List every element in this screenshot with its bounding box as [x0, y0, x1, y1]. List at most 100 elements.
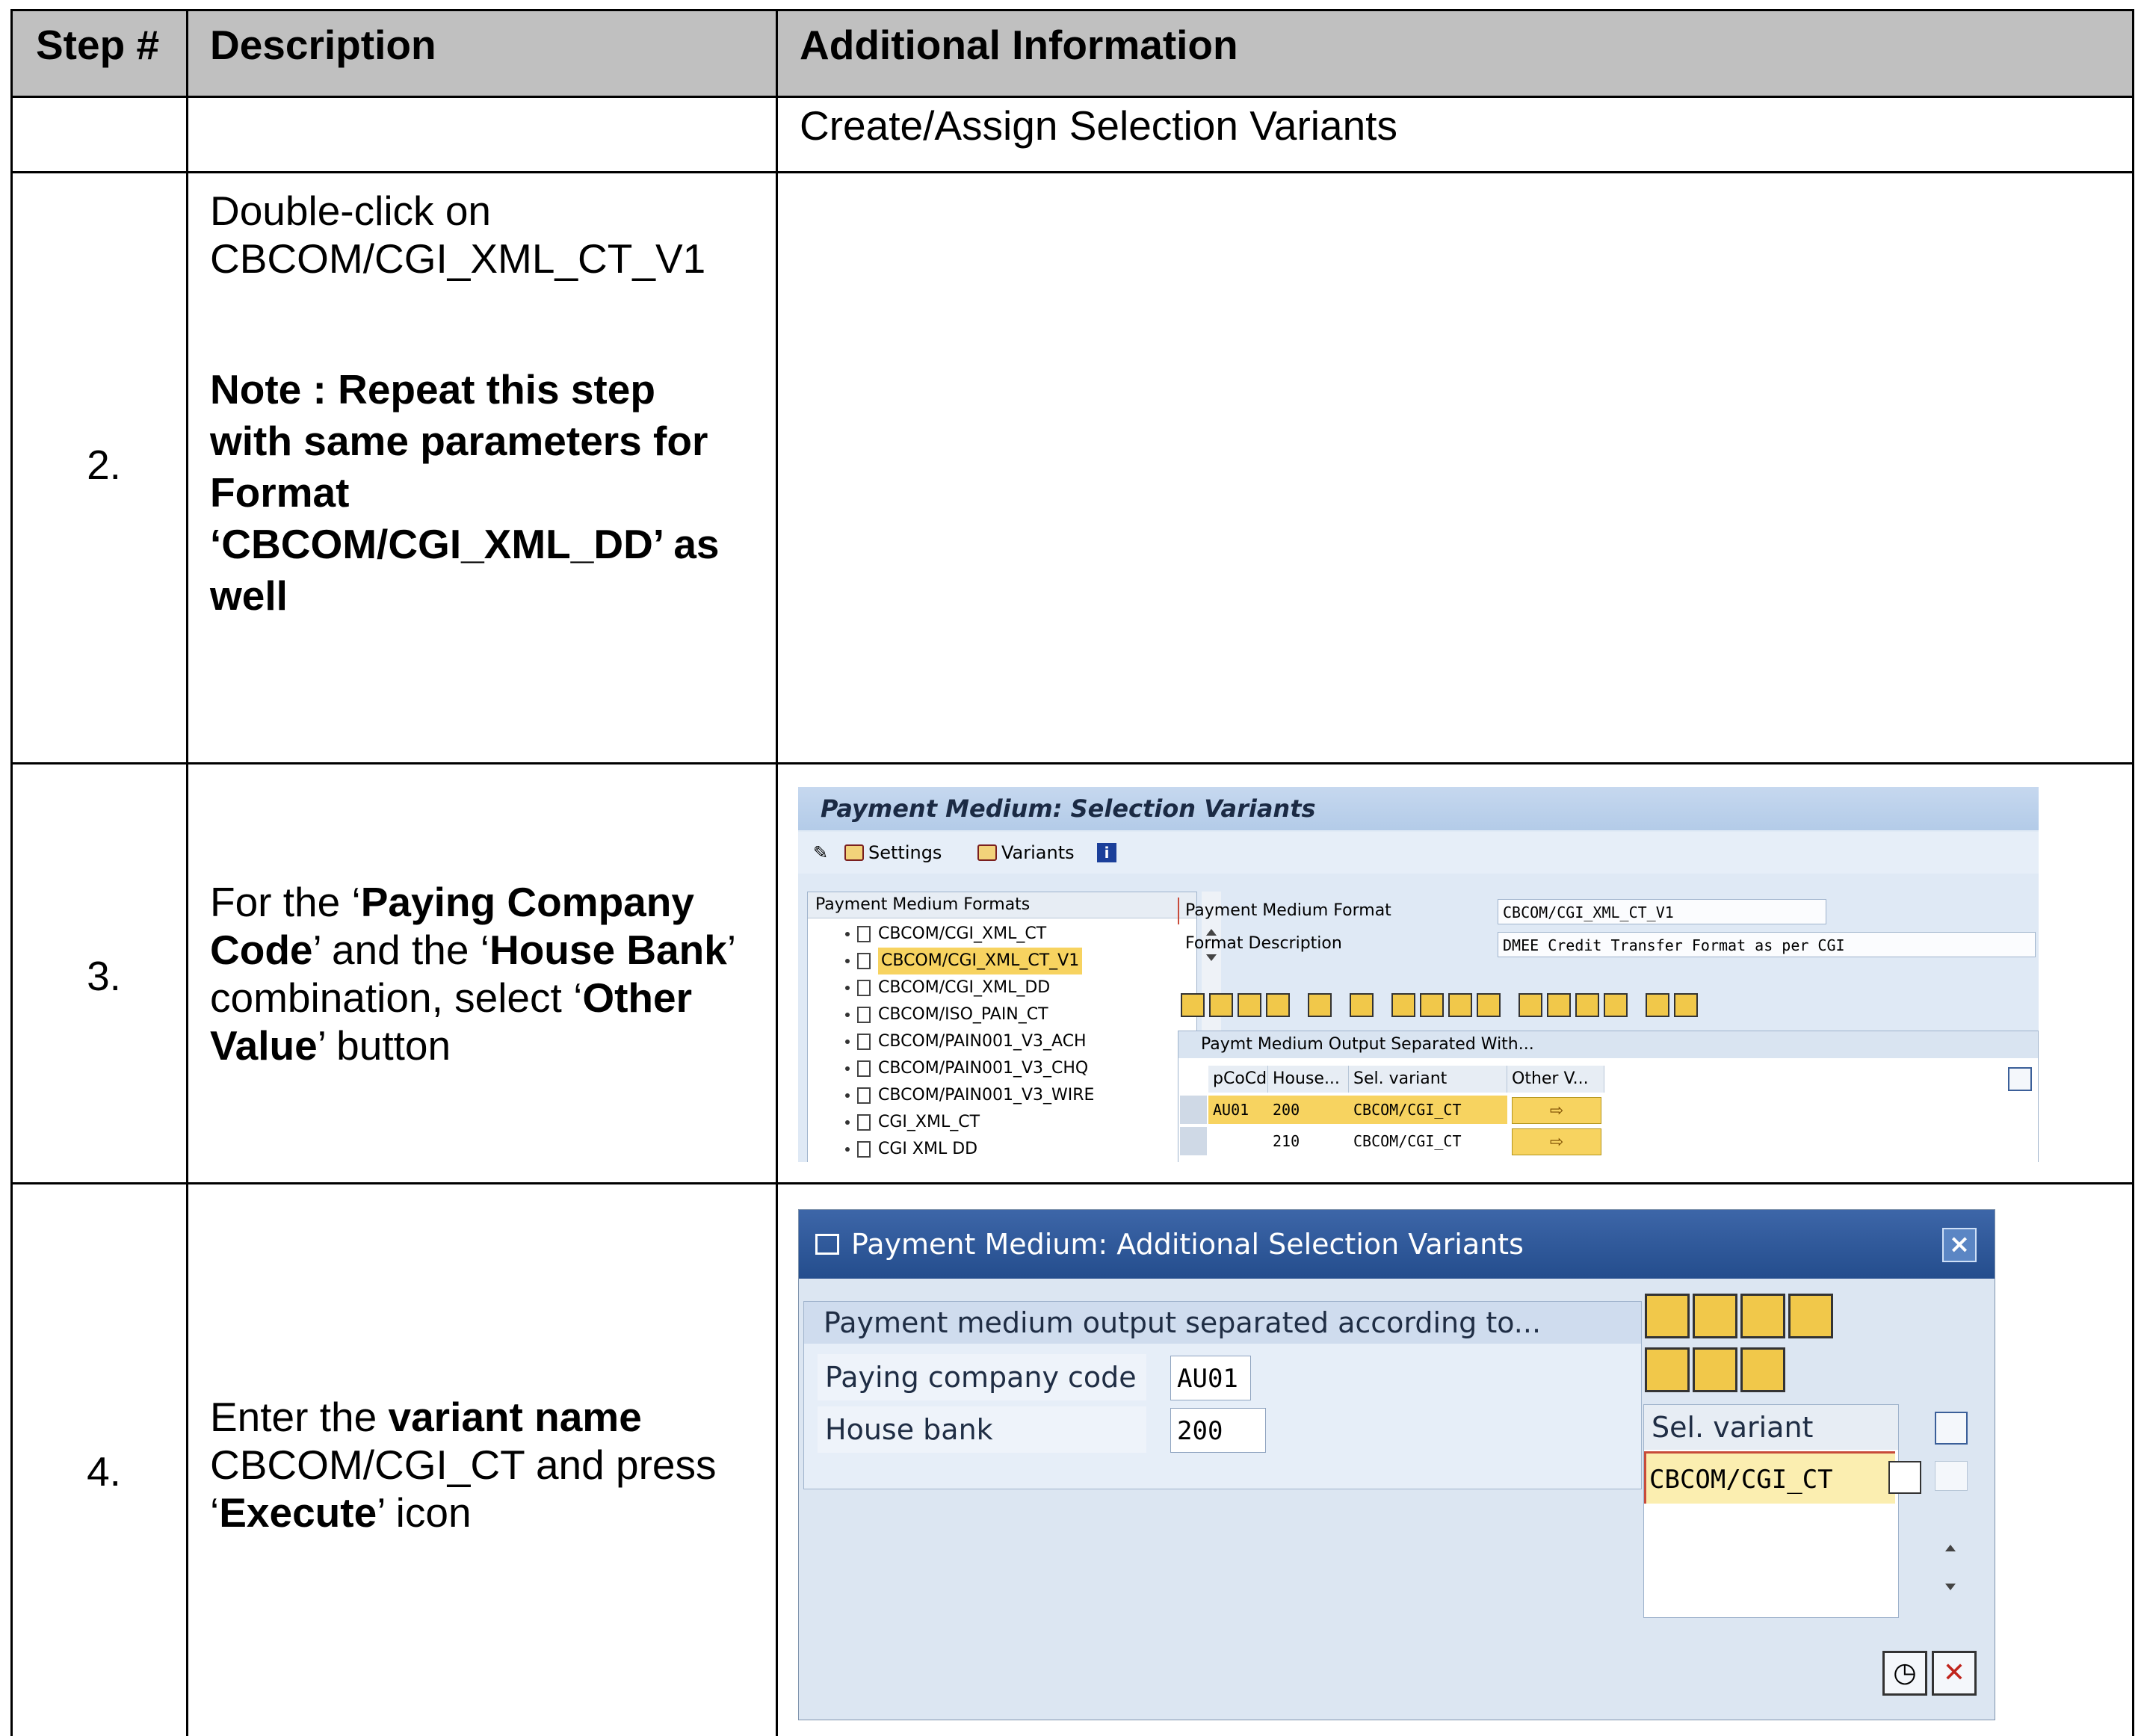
cell-variant[interactable]: CBCOM/CGI_CT — [1349, 1096, 1507, 1124]
append-row-icon[interactable] — [1693, 1347, 1737, 1392]
row2-desc-line2: CBCOM/CGI_XML_CT_V1 — [210, 235, 706, 282]
copy-icon[interactable] — [1693, 1294, 1737, 1338]
tree-item[interactable]: CBCOM/PAIN001_V3_ACH — [845, 1028, 1087, 1055]
tree-item[interactable]: CBCOM/ISO_PAIN_CT — [845, 1001, 1048, 1028]
execute-icon[interactable]: ◷ — [1882, 1651, 1927, 1696]
column-settings-icon[interactable] — [1935, 1412, 1968, 1445]
column-header[interactable]: House... — [1268, 1066, 1349, 1093]
settings-label: Settings — [868, 842, 942, 863]
tree-item[interactable]: CBCOM/CGI_XML_CT — [845, 921, 1046, 948]
note-line: well — [210, 572, 288, 619]
close-icon[interactable]: × — [1942, 1228, 1977, 1262]
variants-button[interactable]: Variants — [977, 832, 1075, 874]
variant-grid: Sel. variant CBCOM/CGI_CT — [1643, 1404, 1899, 1618]
sort-icon[interactable] — [1547, 993, 1571, 1017]
copy-row-icon[interactable] — [1308, 993, 1332, 1017]
variant-input[interactable]: CBCOM/CGI_CT — [1644, 1451, 1895, 1504]
row2-desc-line1: Double-click on — [210, 188, 492, 234]
text: ’ — [726, 927, 737, 973]
description-field[interactable]: DMEE Credit Transfer Format as per CGI — [1498, 932, 2036, 957]
column-header[interactable]: Sel. variant — [1349, 1066, 1507, 1093]
select-icon[interactable] — [1181, 993, 1205, 1017]
bold-term: House Bank — [489, 927, 727, 973]
bold-term: Code — [210, 927, 313, 973]
cancel-icon[interactable]: ✕ — [1932, 1651, 1977, 1696]
settings-button[interactable]: Settings — [844, 832, 942, 874]
paying-company-field[interactable]: AU01 — [1170, 1356, 1251, 1400]
group-title: Payment medium output separated accordin… — [804, 1302, 1641, 1344]
tree-item[interactable]: CGI XML DD — [845, 1136, 977, 1162]
tree-item[interactable]: CBCOM/CGI_XML_DD — [845, 974, 1050, 1001]
delete-icon[interactable] — [1477, 993, 1501, 1017]
restore-icon[interactable] — [1888, 1461, 1921, 1494]
append-row-icon[interactable] — [1238, 993, 1261, 1017]
grid-title: Paymt Medium Output Separated With... — [1178, 1031, 2038, 1058]
text: CBCOM/CGI_CT and press — [210, 1442, 717, 1488]
column-header[interactable]: Other V... — [1507, 1066, 1604, 1093]
tree-item-selected[interactable]: CBCOM/CGI_XML_CT_V1 — [845, 948, 1083, 974]
text: Enter the — [210, 1394, 389, 1440]
note-line: Format — [210, 469, 350, 516]
tree-header: Payment Medium Formats — [808, 892, 1196, 918]
scroll-track[interactable] — [1935, 1461, 1968, 1491]
house-bank-field[interactable]: 200 — [1170, 1408, 1266, 1453]
header-step: Step # — [36, 22, 160, 68]
undo-icon[interactable] — [1350, 993, 1374, 1017]
cell-house[interactable]: 210 — [1268, 1127, 1349, 1155]
output-grid: Paymt Medium Output Separated With... pC… — [1178, 1031, 2039, 1162]
format-field[interactable]: CBCOM/CGI_XML_CT_V1 — [1498, 899, 1826, 924]
filter-icon[interactable] — [1519, 993, 1542, 1017]
transport-icon[interactable] — [1646, 993, 1669, 1017]
cut-icon[interactable] — [1391, 993, 1415, 1017]
paying-company-label: Paying company code — [818, 1354, 1146, 1400]
find-next-icon[interactable] — [1604, 993, 1628, 1017]
insert-row-icon[interactable] — [1266, 993, 1290, 1017]
dialog-title-text: Payment Medium: Additional Selection Var… — [851, 1228, 1524, 1261]
bold-term: Other — [582, 974, 692, 1021]
find-icon[interactable] — [1575, 993, 1599, 1017]
scroll-up-icon[interactable] — [1945, 1545, 1956, 1551]
row-selector[interactable] — [1180, 1127, 1207, 1155]
layout-icon[interactable] — [1674, 993, 1698, 1017]
copy-icon[interactable] — [1420, 993, 1444, 1017]
document-icon — [857, 1034, 871, 1050]
other-value-button[interactable]: ⇨ — [1512, 1128, 1601, 1155]
header-additional-info: Additional Information — [800, 22, 1238, 68]
tree-item[interactable]: CGI_XML_CT — [845, 1109, 980, 1136]
format-tree: Payment Medium Formats CBCOM/CGI_XML_CT … — [807, 892, 1197, 1162]
paste-icon[interactable] — [1740, 1294, 1785, 1338]
other-value-button[interactable]: ⇨ — [1512, 1097, 1601, 1124]
header-description: Description — [210, 22, 436, 68]
document-icon — [857, 1060, 871, 1077]
column-settings-icon[interactable] — [2008, 1067, 2032, 1091]
text: ’ icon — [377, 1489, 472, 1536]
delete-icon[interactable] — [1788, 1294, 1833, 1338]
cell-variant[interactable]: CBCOM/CGI_CT — [1349, 1127, 1507, 1155]
scroll-down-icon[interactable] — [1945, 1584, 1956, 1590]
column-header[interactable]: pCoCd — [1208, 1066, 1268, 1093]
document-icon — [857, 953, 871, 969]
details-icon[interactable] — [1209, 993, 1233, 1017]
row-selector[interactable] — [1180, 1096, 1207, 1124]
document-icon — [857, 1087, 871, 1104]
cell-cocd[interactable]: AU01 — [1208, 1096, 1268, 1124]
row2-step-number: 2. — [87, 442, 121, 488]
truck-icon — [977, 844, 997, 861]
variant-column-header[interactable]: Sel. variant — [1644, 1405, 1898, 1450]
paste-icon[interactable] — [1448, 993, 1472, 1017]
cell-house[interactable]: 200 — [1268, 1096, 1349, 1124]
info-button[interactable]: i — [1097, 832, 1116, 874]
document-icon — [857, 1007, 871, 1023]
cut-icon[interactable] — [1645, 1294, 1690, 1338]
row3-step-number: 3. — [87, 953, 121, 999]
variants-label: Variants — [1001, 842, 1075, 863]
tree-item[interactable]: CBCOM/PAIN001_V3_CHQ — [845, 1055, 1088, 1082]
insert-row-icon[interactable] — [1645, 1347, 1690, 1392]
note-line: Note : Repeat this step — [210, 366, 655, 413]
tree-item[interactable]: CBCOM/PAIN001_V3_WIRE — [845, 1082, 1094, 1109]
remove-row-icon[interactable] — [1740, 1347, 1785, 1392]
format-label: Payment Medium Format — [1178, 898, 1499, 924]
bold-term: Execute — [219, 1489, 377, 1536]
cell-cocd[interactable] — [1208, 1127, 1268, 1155]
tools-icon[interactable]: ✎ — [813, 832, 828, 874]
